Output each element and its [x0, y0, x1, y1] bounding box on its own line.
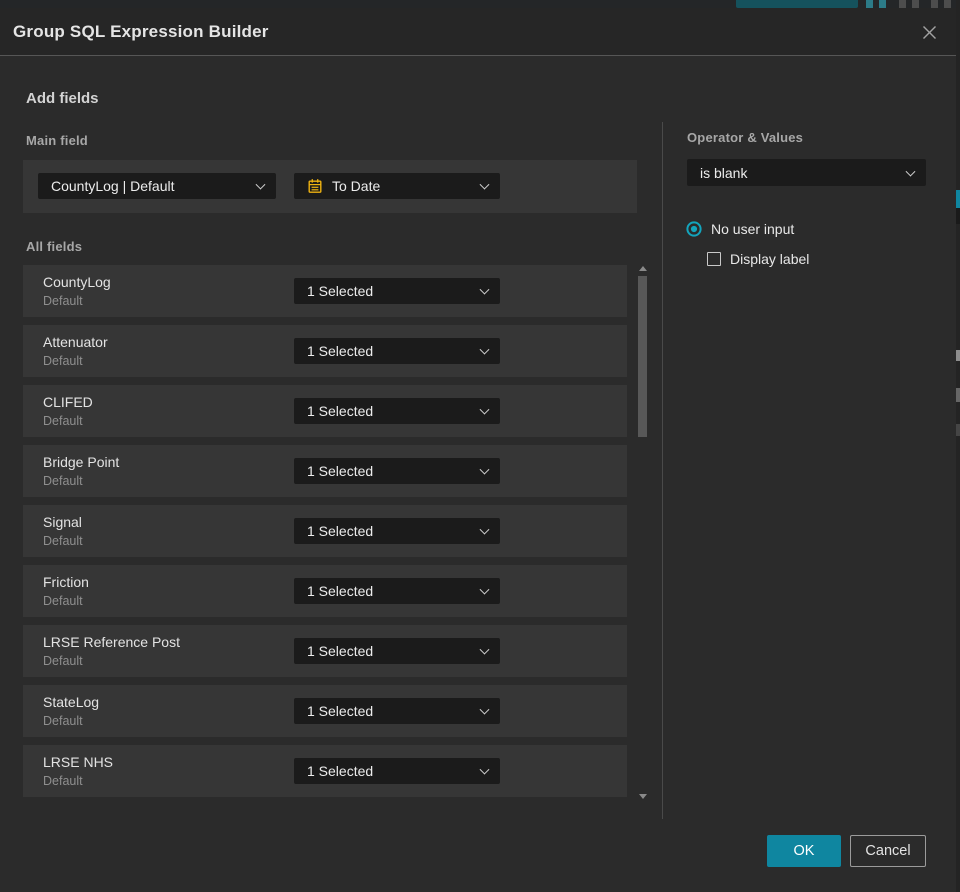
field-name: LRSE Reference Post	[43, 634, 180, 650]
chevron-down-icon	[479, 179, 490, 190]
field-name: StateLog	[43, 694, 100, 710]
main-field-band: CountyLog | Default To Date	[23, 160, 637, 213]
field-row: StateLog Default 1 Selected	[23, 685, 627, 737]
chevron-down-icon	[479, 464, 490, 475]
sliver-fragment	[956, 190, 960, 208]
field-selection-select[interactable]: 1 Selected	[294, 458, 500, 484]
field-selection-value: 1 Selected	[307, 523, 374, 539]
group-sql-expression-builder-dialog: Group SQL Expression Builder Add fields …	[0, 8, 956, 892]
field-row: Signal Default 1 Selected	[23, 505, 627, 557]
field-selection-select[interactable]: 1 Selected	[294, 398, 500, 424]
toolbar-fragment-icon	[866, 0, 873, 8]
chevron-down-icon	[479, 644, 490, 655]
ok-button[interactable]: OK	[767, 835, 841, 867]
field-layer-name: Default	[43, 534, 83, 548]
chevron-down-icon	[255, 179, 266, 190]
live-view-label: Live view	[762, 0, 811, 3]
field-selection-value: 1 Selected	[307, 343, 374, 359]
main-field-select[interactable]: CountyLog | Default	[38, 173, 276, 199]
toolbar-fragment-icon	[879, 0, 886, 8]
scrollbar-up-arrow[interactable]	[639, 266, 647, 271]
field-selection-value: 1 Selected	[307, 463, 374, 479]
field-layer-name: Default	[43, 354, 83, 368]
field-selection-value: 1 Selected	[307, 643, 374, 659]
field-layer-name: Default	[43, 714, 83, 728]
dialog-title: Group SQL Expression Builder	[13, 21, 269, 41]
all-fields-label: All fields	[26, 239, 83, 254]
field-selection-select[interactable]: 1 Selected	[294, 758, 500, 784]
main-field-select-value: CountyLog | Default	[51, 178, 175, 194]
field-selection-value: 1 Selected	[307, 703, 374, 719]
field-layer-name: Default	[43, 594, 83, 608]
live-view-button: Live view	[736, 0, 858, 8]
field-row: LRSE Reference Post Default 1 Selected	[23, 625, 627, 677]
toolbar-fragment-icon	[912, 0, 919, 8]
chevron-down-icon	[479, 704, 490, 715]
close-icon[interactable]	[916, 19, 942, 45]
field-selection-select[interactable]: 1 Selected	[294, 698, 500, 724]
field-layer-name: Default	[43, 654, 83, 668]
field-row: CountyLog Default 1 Selected	[23, 265, 627, 317]
background-app-strip: Live view	[0, 0, 960, 8]
field-row: Attenuator Default 1 Selected	[23, 325, 627, 377]
background-app-right-sliver	[956, 0, 960, 892]
no-user-input-radio[interactable]	[686, 221, 702, 237]
field-selection-value: 1 Selected	[307, 583, 374, 599]
chevron-down-icon	[479, 344, 490, 355]
field-name: CLIFED	[43, 394, 93, 410]
display-label-label: Display label	[730, 251, 810, 267]
operator-select-value: is blank	[700, 164, 748, 181]
operator-select[interactable]: is blank	[687, 159, 926, 186]
toolbar-fragment-icon	[931, 0, 938, 8]
field-row: Friction Default 1 Selected	[23, 565, 627, 617]
toolbar-fragment-icon	[899, 0, 906, 8]
field-name: Signal	[43, 514, 82, 530]
chevron-down-icon	[479, 284, 490, 295]
chevron-down-icon	[905, 166, 916, 177]
operator-values-label: Operator & Values	[687, 130, 804, 145]
field-name: CountyLog	[43, 274, 111, 290]
field-layer-name: Default	[43, 414, 83, 428]
field-selection-select[interactable]: 1 Selected	[294, 638, 500, 664]
dialog-header: Group SQL Expression Builder	[0, 8, 956, 56]
scrollbar-down-arrow[interactable]	[639, 794, 647, 799]
field-selection-value: 1 Selected	[307, 763, 374, 779]
chevron-down-icon	[479, 524, 490, 535]
sliver-fragment	[956, 208, 960, 224]
field-selection-select[interactable]: 1 Selected	[294, 578, 500, 604]
chevron-down-icon	[479, 764, 490, 775]
field-name: Bridge Point	[43, 454, 120, 470]
chevron-down-icon	[479, 404, 490, 415]
cancel-button[interactable]: Cancel	[850, 835, 926, 867]
panel-divider	[662, 122, 663, 819]
field-layer-name: Default	[43, 294, 83, 308]
field-name: Attenuator	[43, 334, 108, 350]
field-row: Bridge Point Default 1 Selected	[23, 445, 627, 497]
display-label-checkbox[interactable]	[707, 252, 721, 266]
calendar-icon	[307, 178, 323, 194]
add-fields-heading: Add fields	[26, 90, 99, 107]
field-selection-select[interactable]: 1 Selected	[294, 278, 500, 304]
field-layer-name: Default	[43, 774, 83, 788]
field-row: CLIFED Default 1 Selected	[23, 385, 627, 437]
no-user-input-label: No user input	[711, 221, 795, 237]
sliver-fragment	[956, 424, 960, 436]
date-type-select-value: To Date	[332, 178, 381, 194]
field-selection-value: 1 Selected	[307, 283, 374, 299]
field-selection-select[interactable]: 1 Selected	[294, 518, 500, 544]
field-row: LRSE NHS Default 1 Selected	[23, 745, 627, 797]
date-type-select[interactable]: To Date	[294, 173, 500, 199]
field-selection-value: 1 Selected	[307, 403, 374, 419]
main-field-label: Main field	[26, 133, 88, 148]
field-selection-select[interactable]: 1 Selected	[294, 338, 500, 364]
field-layer-name: Default	[43, 474, 83, 488]
sliver-fragment	[956, 350, 960, 361]
chevron-down-icon	[479, 584, 490, 595]
field-name: Friction	[43, 574, 89, 590]
all-fields-list: CountyLog Default 1 Selected Attenuator …	[23, 265, 627, 805]
scrollbar-thumb[interactable]	[638, 276, 647, 437]
sliver-fragment	[956, 388, 960, 402]
field-name: LRSE NHS	[43, 754, 114, 770]
toolbar-fragment-icon	[944, 0, 951, 8]
